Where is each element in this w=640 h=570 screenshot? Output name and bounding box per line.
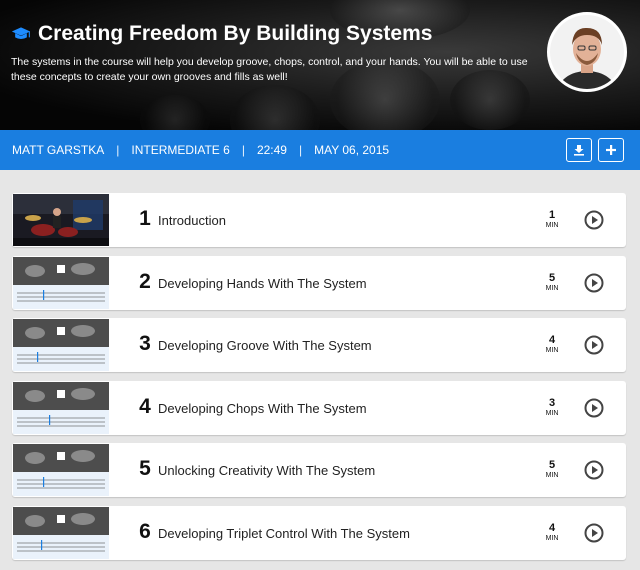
play-icon[interactable]	[584, 210, 604, 230]
lesson-item[interactable]: 5 Unlocking Creativity With The System 5…	[12, 443, 626, 498]
lesson-duration: 5 MIN	[538, 272, 566, 293]
lesson-number: 4	[139, 394, 151, 418]
lesson-title[interactable]: Introduction	[158, 213, 226, 228]
duration-unit: MIN	[545, 284, 559, 292]
duration-unit: MIN	[545, 409, 559, 417]
add-to-list-button[interactable]	[598, 138, 624, 162]
plus-icon	[606, 145, 616, 155]
lesson-thumbnail[interactable]	[13, 194, 109, 246]
instructor-name[interactable]: MATT GARSTKA	[12, 143, 104, 157]
course-description: The systems in the course will help you …	[11, 56, 528, 83]
play-icon[interactable]	[584, 398, 604, 418]
duration-value: 4	[548, 521, 556, 534]
lesson-item[interactable]: 1 Introduction 1 MIN	[12, 193, 626, 247]
lesson-title[interactable]: Developing Chops With The System	[158, 401, 367, 416]
course-header: Creating Freedom By Building Systems The…	[0, 0, 640, 130]
play-icon[interactable]	[584, 335, 604, 355]
course-meta-bar: MATT GARSTKA | INTERMEDIATE 6 | 22:49 | …	[0, 130, 640, 170]
duration-value: 1	[548, 209, 556, 221]
course-title: Creating Freedom By Building Systems	[38, 22, 433, 45]
lesson-title[interactable]: Developing Hands With The System	[158, 276, 367, 291]
graduation-cap-icon	[11, 27, 31, 39]
lesson-thumbnail[interactable]	[13, 506, 109, 559]
lesson-duration: 5 MIN	[538, 459, 566, 480]
lesson-number: 1	[139, 207, 151, 230]
download-button[interactable]	[566, 138, 592, 162]
separator: |	[241, 143, 245, 157]
release-date: MAY 06, 2015	[314, 143, 390, 157]
lesson-thumbnail[interactable]	[13, 319, 109, 372]
lesson-number: 5	[139, 457, 151, 481]
lesson-number: 3	[139, 332, 151, 356]
lesson-duration: 1 MIN	[538, 209, 566, 230]
lesson-thumbnail[interactable]	[13, 444, 109, 497]
play-icon[interactable]	[584, 460, 604, 480]
course-title-row: Creating Freedom By Building Systems	[11, 22, 432, 46]
play-icon[interactable]	[584, 273, 604, 293]
lesson-duration: 4 MIN	[538, 334, 566, 355]
drum-backdrop	[230, 85, 320, 130]
lesson-item[interactable]: 3 Developing Groove With The System 4 MI…	[12, 318, 626, 373]
duration-value: 5	[548, 271, 556, 284]
lesson-number: 6	[139, 519, 151, 543]
lesson-title[interactable]: Unlocking Creativity With The System	[158, 463, 375, 478]
course-duration: 22:49	[256, 143, 287, 157]
duration-value: 3	[548, 396, 556, 409]
duration-unit: MIN	[545, 347, 559, 355]
drum-backdrop	[140, 95, 210, 130]
lesson-title[interactable]: Developing Groove With The System	[158, 338, 372, 353]
lesson-duration: 4 MIN	[538, 522, 566, 543]
instructor-avatar	[547, 12, 627, 92]
lesson-thumbnail[interactable]	[13, 256, 109, 309]
skill-level: INTERMEDIATE 6	[131, 143, 230, 157]
lesson-number: 2	[139, 269, 151, 293]
separator: |	[298, 143, 303, 157]
duration-unit: MIN	[545, 222, 559, 229]
duration-unit: MIN	[545, 472, 559, 480]
separator: |	[116, 143, 120, 157]
lesson-title[interactable]: Developing Triplet Control With The Syst…	[158, 526, 410, 541]
lesson-item[interactable]: 2 Developing Hands With The System 5 MIN	[12, 255, 626, 310]
duration-value: 5	[548, 459, 556, 472]
duration-value: 4	[548, 334, 556, 347]
download-icon	[574, 145, 584, 156]
lesson-duration: 3 MIN	[538, 397, 566, 418]
duration-unit: MIN	[545, 534, 559, 542]
play-icon[interactable]	[584, 523, 604, 543]
lesson-list: 1 Introduction 1 MIN 2 Developing Hands …	[12, 193, 626, 569]
lesson-thumbnail[interactable]	[13, 381, 109, 434]
lesson-item[interactable]: 6 Developing Triplet Control With The Sy…	[12, 505, 626, 560]
lesson-item[interactable]: 4 Developing Chops With The System 3 MIN	[12, 380, 626, 435]
